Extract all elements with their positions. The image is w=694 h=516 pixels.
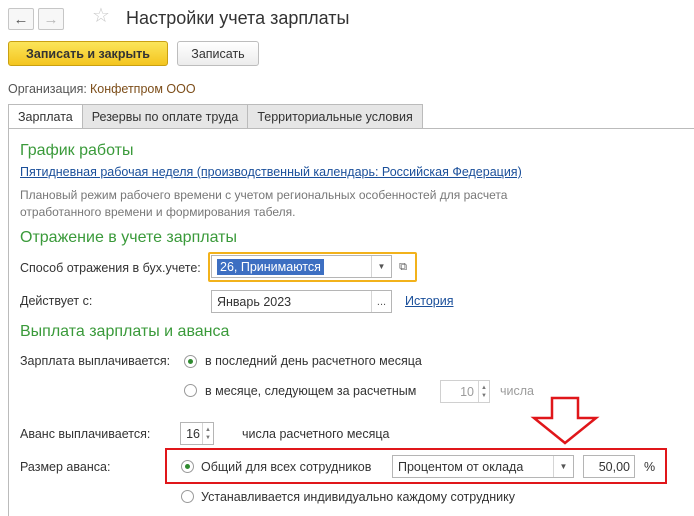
effective-from-label: Действует с: xyxy=(20,294,93,308)
history-link[interactable]: История xyxy=(405,294,453,308)
tab-labor-reserves[interactable]: Резервы по оплате труда xyxy=(81,104,248,129)
tab-panel-border xyxy=(8,128,694,129)
more-icon[interactable]: ... xyxy=(371,291,391,312)
chevron-down-icon[interactable]: ▼ xyxy=(553,456,573,477)
advance-method-value: Процентом от оклада xyxy=(398,459,524,474)
accounting-method-select[interactable]: 26, Принимаются ▼ xyxy=(211,255,392,278)
spin-arrows-icon[interactable]: ▲ ▼ xyxy=(202,423,213,444)
salary-paid-label: Зарплата выплачивается: xyxy=(20,354,171,368)
work-schedule-note-line1: Плановый режим рабочего времени с учетом… xyxy=(20,188,508,202)
percent-sign: % xyxy=(644,460,656,474)
accounting-heading: Отражение в учете зарплаты xyxy=(20,229,237,246)
annotation-arrow-icon xyxy=(530,396,600,445)
accounting-method-value: 26, Принимаются xyxy=(217,258,324,275)
work-schedule-link[interactable]: Пятидневная рабочая неделя (производстве… xyxy=(20,165,522,179)
tab-territorial-conditions[interactable]: Территориальные условия xyxy=(247,104,423,129)
spin-arrows-icon[interactable]: ▲ ▼ xyxy=(478,381,489,402)
work-schedule-note-line2: отработанного времени и формирования таб… xyxy=(20,205,296,219)
accounting-method-label: Способ отражения в бух.учете: xyxy=(20,261,201,275)
chevron-down-icon[interactable]: ▼ xyxy=(371,256,391,277)
salary-day-suffix: числа xyxy=(500,384,534,398)
tab-salary[interactable]: Зарплата xyxy=(8,104,82,129)
advance-size-label: Размер аванса: xyxy=(20,460,111,474)
arrow-left-icon: ← xyxy=(13,10,29,28)
work-schedule-heading: График работы xyxy=(20,142,134,159)
advance-individual-radio[interactable] xyxy=(181,490,194,503)
organization-value[interactable]: Конфетпром ООО xyxy=(90,82,196,96)
save-button[interactable]: Записать xyxy=(177,41,259,66)
tab-panel-left-border xyxy=(8,128,9,516)
advance-percent-input[interactable]: 50,00 xyxy=(583,455,635,478)
page-title: Настройки учета зарплаты xyxy=(126,8,350,28)
salary-next-month-radio[interactable] xyxy=(184,384,197,397)
advance-common-radio[interactable] xyxy=(181,460,194,473)
salary-day-value: 10 xyxy=(460,384,474,399)
organization-label: Организация: xyxy=(8,82,87,96)
advance-day-value: 16 xyxy=(186,426,200,441)
tab-bar: Зарплата Резервы по оплате труда Террито… xyxy=(8,104,423,129)
advance-individual-label[interactable]: Устанавливается индивидуально каждому со… xyxy=(201,490,515,504)
effective-from-field[interactable]: Январь 2023 ... xyxy=(211,290,392,313)
advance-percent-value: 50,00 xyxy=(598,459,630,474)
salary-next-month-label[interactable]: в месяце, следующем за расчетным xyxy=(205,384,416,398)
advance-day-stepper[interactable]: 16 ▲ ▼ xyxy=(180,422,214,445)
advance-common-label[interactable]: Общий для всех сотрудников xyxy=(201,460,371,474)
salary-last-day-label[interactable]: в последний день расчетного месяца xyxy=(205,354,422,368)
effective-from-value: Январь 2023 xyxy=(217,294,292,309)
salary-last-day-radio[interactable] xyxy=(184,355,197,368)
advance-paid-label: Аванс выплачивается: xyxy=(20,427,151,441)
save-and-close-button[interactable]: Записать и закрыть xyxy=(8,41,168,66)
salary-day-stepper[interactable]: 10 ▲ ▼ xyxy=(440,380,490,403)
arrow-right-icon: → xyxy=(43,10,59,28)
star-icon[interactable]: ☆ xyxy=(92,6,110,26)
payment-heading: Выплата зарплаты и аванса xyxy=(20,323,230,340)
forward-button[interactable]: → xyxy=(38,8,64,30)
advance-day-suffix: числа расчетного месяца xyxy=(242,427,390,441)
back-button[interactable]: ← xyxy=(8,8,34,30)
open-icon[interactable]: ⧉ xyxy=(395,259,411,275)
advance-method-select[interactable]: Процентом от оклада ▼ xyxy=(392,455,574,478)
